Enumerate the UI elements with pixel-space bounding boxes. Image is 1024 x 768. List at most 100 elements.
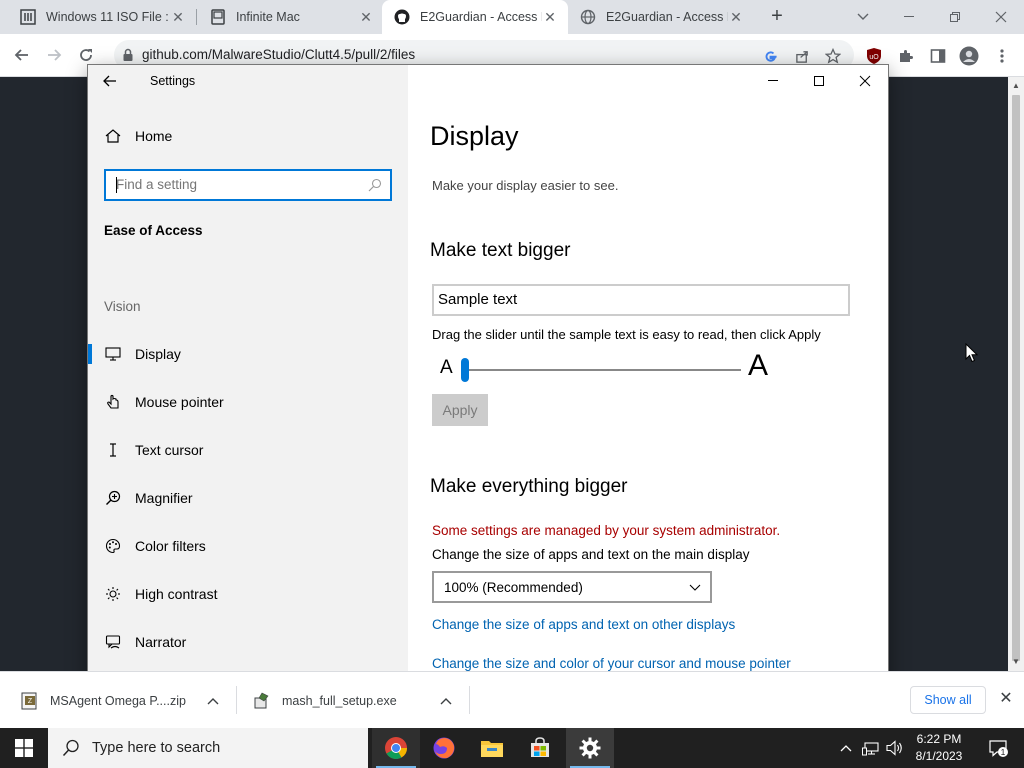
- nav-item-display[interactable]: Display: [88, 334, 408, 374]
- back-icon[interactable]: [9, 42, 35, 68]
- taskbar-firefox-icon[interactable]: [420, 728, 468, 768]
- nav-item-narrator[interactable]: Narrator: [88, 622, 408, 662]
- share-icon[interactable]: [794, 48, 810, 64]
- download-filename: mash_full_setup.exe: [282, 693, 397, 708]
- restore-browser-button[interactable]: [932, 0, 978, 34]
- volume-icon[interactable]: [884, 728, 906, 768]
- close-browser-button[interactable]: [978, 0, 1024, 34]
- find-setting-input[interactable]: [116, 177, 356, 192]
- settings-window: Settings Home Ease of Access Vision Disp…: [88, 65, 888, 698]
- close-tab-icon[interactable]: ✕: [170, 9, 186, 26]
- taskbar-search-box[interactable]: Type here to search: [48, 728, 368, 768]
- chevron-down-icon: [688, 580, 702, 594]
- scroll-down-icon[interactable]: ▼: [1011, 657, 1021, 667]
- page-scrollbar[interactable]: ▲ ▼: [1008, 77, 1024, 671]
- taskbar-settings-icon[interactable]: [566, 728, 614, 768]
- nav-item-label: Text cursor: [135, 442, 204, 458]
- lock-icon[interactable]: [120, 47, 136, 63]
- browser-tab-strip: Windows 11 ISO File : M ✕ Infinite Mac ✕…: [0, 0, 1024, 34]
- profile-avatar-icon[interactable]: [959, 46, 979, 66]
- url-text: github.com/MalwareStudio/Clutt4.5/pull/2…: [142, 47, 416, 62]
- ublock-origin-icon[interactable]: uO: [864, 46, 884, 66]
- maximize-window-button[interactable]: [796, 65, 842, 97]
- archive-icon: [20, 9, 36, 25]
- forward-icon[interactable]: [41, 42, 67, 68]
- nav-item-color-filters[interactable]: Color filters: [88, 526, 408, 566]
- nav-item-magnifier[interactable]: Magnifier: [88, 478, 408, 518]
- show-all-downloads-button[interactable]: Show all: [910, 686, 986, 714]
- search-icon: [62, 739, 79, 757]
- chevron-up-icon[interactable]: [439, 694, 453, 708]
- network-icon[interactable]: [860, 728, 882, 768]
- google-icon[interactable]: [762, 48, 778, 64]
- apply-button[interactable]: Apply: [432, 394, 488, 426]
- scale-dropdown[interactable]: 100% (Recommended): [432, 571, 712, 603]
- narrator-icon: [104, 634, 122, 650]
- nav-item-mouse-pointer[interactable]: Mouse pointer: [88, 382, 408, 422]
- slider-thumb[interactable]: [461, 358, 469, 382]
- page-title: Display: [430, 121, 519, 151]
- close-shelf-icon[interactable]: ✕: [998, 691, 1014, 707]
- tab-title: Infinite Mac: [236, 10, 300, 24]
- text-caret: [116, 177, 117, 193]
- taskbar-clock[interactable]: 6:22 PM 8/1/2023: [904, 731, 974, 765]
- close-tab-icon[interactable]: ✕: [542, 9, 558, 26]
- minimize-window-button[interactable]: [750, 65, 796, 97]
- settings-sidebar: Settings Home Ease of Access Vision Disp…: [88, 65, 408, 698]
- chrome-menu-icon[interactable]: [992, 46, 1012, 66]
- taskbar-file-explorer-icon[interactable]: [468, 728, 516, 768]
- nav-item-label: Display: [135, 346, 181, 362]
- page-subtitle: Make your display easier to see.: [432, 178, 619, 193]
- cursor-settings-link[interactable]: Change the size and color of your cursor…: [432, 656, 791, 671]
- mouse-cursor-icon: [965, 343, 979, 363]
- globe-icon: [580, 9, 596, 25]
- slider-track[interactable]: [462, 369, 741, 371]
- svg-text:Z: Z: [28, 698, 33, 705]
- make-everything-bigger-heading: Make everything bigger: [430, 476, 628, 497]
- notification-count: 1: [1001, 747, 1006, 757]
- installer-icon: [252, 691, 272, 711]
- other-displays-link[interactable]: Change the size of apps and text on othe…: [432, 617, 735, 632]
- chevron-up-icon[interactable]: [206, 694, 220, 708]
- close-window-button[interactable]: [842, 65, 888, 97]
- scroll-up-icon[interactable]: ▲: [1011, 81, 1021, 91]
- close-tab-icon[interactable]: ✕: [728, 9, 744, 26]
- tab-infinite-mac[interactable]: Infinite Mac ✕: [198, 0, 384, 34]
- search-icon[interactable]: [368, 178, 382, 192]
- github-icon: [394, 9, 410, 25]
- tab-search-icon[interactable]: [840, 0, 886, 34]
- minimize-browser-button[interactable]: [886, 0, 932, 34]
- new-tab-button[interactable]: +: [766, 6, 788, 28]
- notifications-icon[interactable]: 1: [982, 728, 1014, 768]
- taskbar-chrome-icon[interactable]: [372, 728, 420, 768]
- home-nav-item[interactable]: Home: [104, 128, 172, 144]
- download-item-exe[interactable]: mash_full_setup.exe: [252, 672, 468, 729]
- admin-managed-warning: Some settings are managed by your system…: [432, 523, 781, 538]
- make-text-bigger-heading: Make text bigger: [430, 240, 571, 261]
- extensions-puzzle-icon[interactable]: [896, 46, 916, 66]
- settings-content-pane: Display Make your display easier to see.…: [408, 65, 888, 698]
- home-label: Home: [135, 128, 173, 144]
- svg-text:uO: uO: [869, 54, 879, 61]
- chevron-up-icon[interactable]: [836, 728, 856, 768]
- tab-title: E2Guardian - Access De: [420, 10, 542, 24]
- bookmark-star-icon[interactable]: [825, 48, 841, 64]
- tab-e2guardian[interactable]: E2Guardian - Access De ✕: [568, 0, 754, 34]
- tab-windows-11-iso[interactable]: Windows 11 ISO File : M ✕: [8, 0, 196, 34]
- slider-small-label: A: [440, 357, 453, 378]
- nav-item-text-cursor[interactable]: Text cursor: [88, 430, 408, 470]
- zip-icon: Z: [20, 691, 40, 711]
- tab-e2guardian-active[interactable]: E2Guardian - Access De ✕: [382, 0, 568, 34]
- side-panel-icon[interactable]: [928, 46, 948, 66]
- text-size-slider[interactable]: A A: [432, 349, 768, 387]
- download-item-zip[interactable]: Z MSAgent Omega P....zip: [20, 672, 236, 729]
- back-arrow-icon[interactable]: [102, 73, 122, 93]
- nav-item-label: High contrast: [135, 586, 218, 602]
- windows-start-icon[interactable]: [0, 728, 48, 768]
- nav-item-high-contrast[interactable]: High contrast: [88, 574, 408, 614]
- close-tab-icon[interactable]: ✕: [358, 9, 374, 26]
- find-setting-box[interactable]: [104, 169, 392, 201]
- taskbar-store-icon[interactable]: [516, 728, 564, 768]
- scrollbar-thumb[interactable]: [1012, 95, 1020, 661]
- palette-icon: [104, 538, 122, 554]
